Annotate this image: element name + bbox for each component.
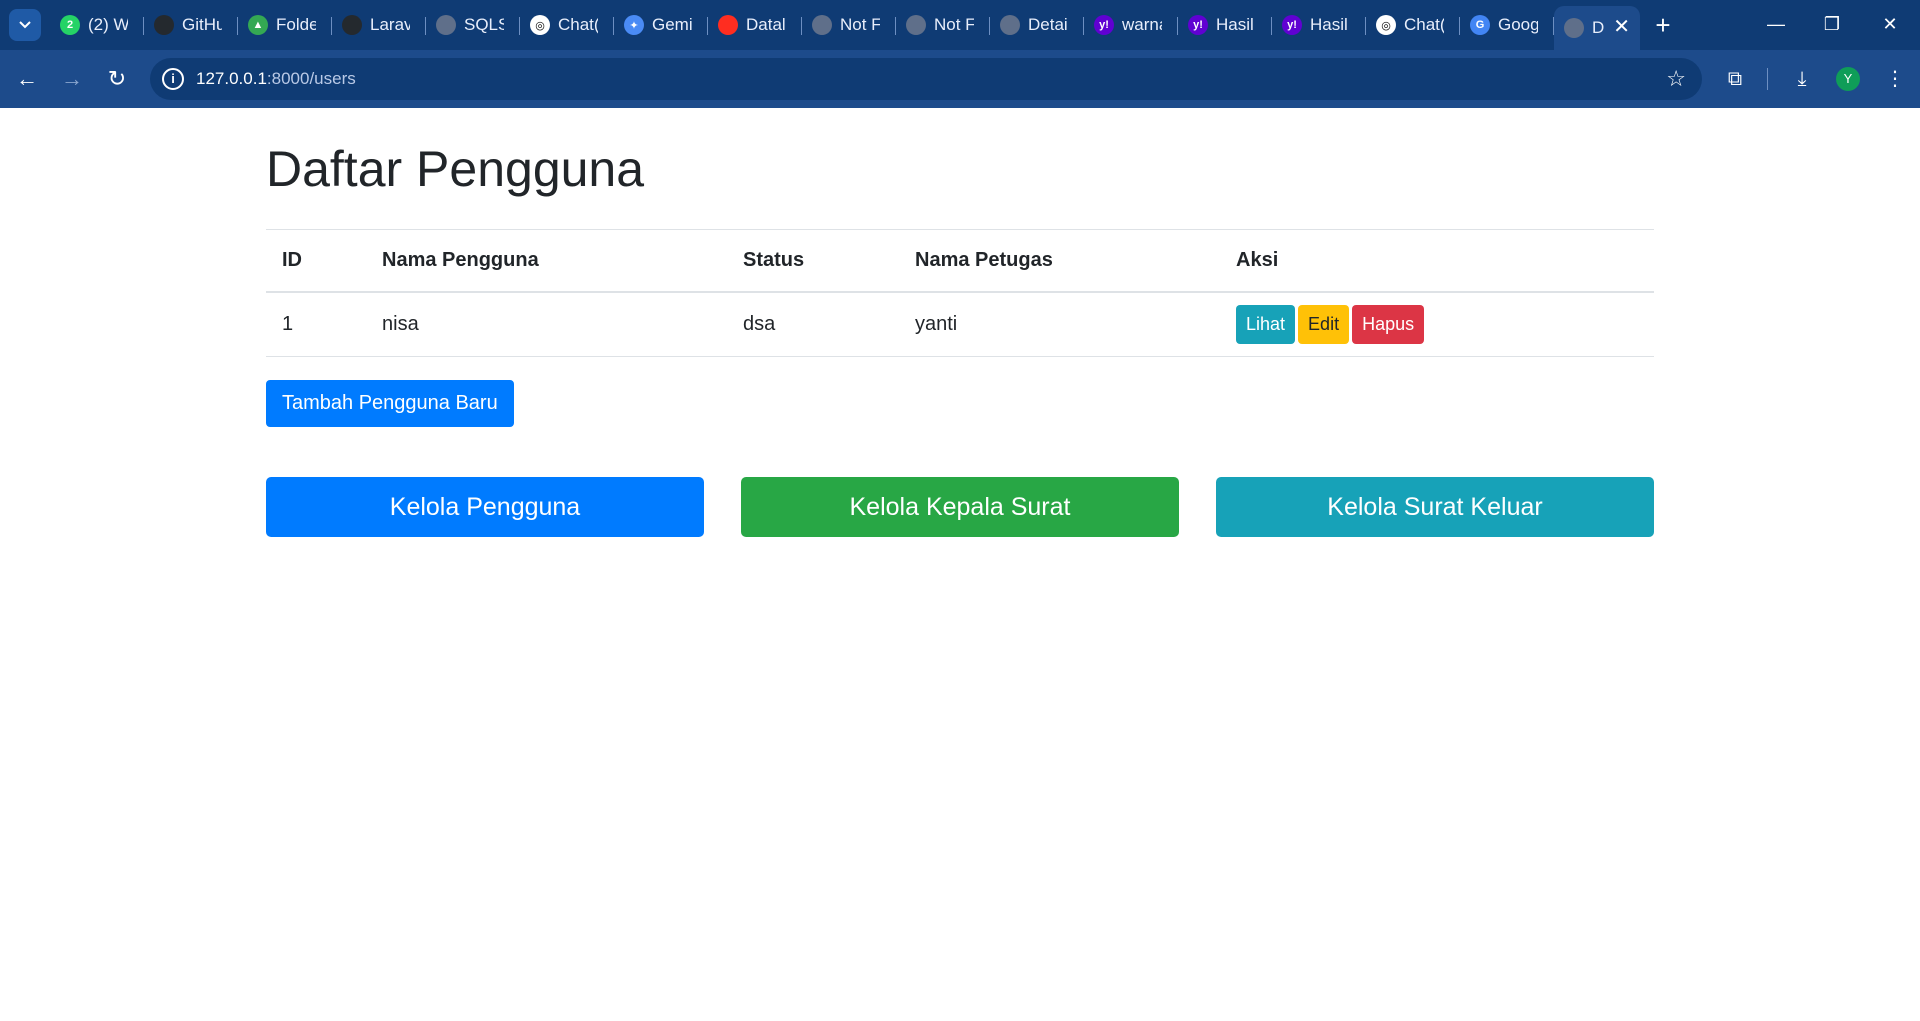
restore-button[interactable]: ❐: [1812, 8, 1852, 40]
cell-nama-pengguna: nisa: [366, 291, 727, 357]
google-drive-icon: ▲: [248, 15, 268, 35]
download-icon[interactable]: ⤓: [1787, 64, 1817, 94]
laravel-icon: [718, 15, 738, 35]
chatgpt-icon: ◎: [1376, 15, 1396, 35]
column-header-status: Status: [727, 229, 899, 293]
menu-kebab-icon[interactable]: ⋮: [1880, 64, 1910, 94]
browser-tab[interactable]: ✦ Gemi: [614, 6, 708, 44]
tab-title: Not F: [934, 15, 974, 34]
github-icon: [342, 15, 362, 35]
chatgpt-icon: ◎: [530, 15, 550, 35]
tab-title: warna: [1122, 15, 1162, 34]
address-bar[interactable]: i 127.0.0.1:8000/users ☆: [150, 58, 1702, 100]
yahoo-icon: y!: [1188, 15, 1208, 35]
close-window-button[interactable]: ✕: [1870, 8, 1910, 40]
browser-tab[interactable]: ▲ Folde: [238, 6, 332, 44]
delete-button[interactable]: Hapus: [1352, 304, 1425, 344]
browser-tab[interactable]: Datal: [708, 6, 802, 44]
browser-toolbar: ← → ↻ i 127.0.0.1:8000/users ☆ ⧉ ⤓: [0, 50, 1920, 108]
browser-tab[interactable]: y! Hasil: [1272, 6, 1366, 44]
tab-strip: 2 (2) W GitHu ▲ Folde Larav SQLS ◎ Chat( ✦ Gemi Dat…: [50, 6, 1640, 50]
tab-title: Folde: [276, 15, 316, 34]
tab-search-button[interactable]: [9, 9, 41, 41]
chevron-down-icon: [19, 21, 31, 29]
browser-tab[interactable]: G Goog: [1460, 6, 1554, 44]
whatsapp-icon: 2: [60, 15, 80, 35]
url-host: 127.0.0.1: [196, 69, 267, 88]
column-header-id: ID: [266, 229, 366, 293]
column-header-aksi: Aksi: [1220, 229, 1654, 293]
site-info-icon[interactable]: i: [162, 68, 184, 90]
manage-users-button[interactable]: Kelola Pengguna: [266, 477, 704, 537]
cell-status: dsa: [727, 291, 899, 357]
manage-surat-keluar-button[interactable]: Kelola Surat Keluar: [1216, 477, 1654, 537]
table-header-row: ID Nama Pengguna Status Nama Petugas Aks…: [266, 229, 1654, 293]
table-row: 1 nisa dsa yanti Lihat Edit Hapus: [266, 291, 1654, 357]
tab-title: Larav: [370, 15, 410, 34]
tab-title: GitHu: [182, 15, 222, 34]
back-button[interactable]: ←: [12, 64, 42, 94]
globe-icon: [812, 15, 832, 35]
globe-icon: [1000, 15, 1020, 35]
reload-button[interactable]: ↻: [102, 64, 132, 94]
browser-tab[interactable]: Detai: [990, 6, 1084, 44]
new-tab-button[interactable]: +: [1648, 10, 1678, 40]
tab-title: Datal: [746, 15, 786, 34]
url-path: :8000/users: [266, 69, 356, 88]
browser-tab[interactable]: y! Hasil: [1178, 6, 1272, 44]
cell-actions: Lihat Edit Hapus: [1220, 291, 1654, 357]
tab-title: SQLS: [464, 15, 504, 34]
toolbar-divider: [1767, 68, 1768, 90]
browser-tab[interactable]: D ✕: [1554, 6, 1640, 50]
page-title: Daftar Pengguna: [266, 141, 645, 197]
page-content: Daftar Pengguna ID Nama Pengguna Status …: [0, 108, 1920, 1021]
yahoo-icon: y!: [1094, 15, 1114, 35]
tab-title: Gemi: [652, 15, 692, 34]
browser-tab[interactable]: Larav: [332, 6, 426, 44]
minimize-button[interactable]: —: [1756, 8, 1796, 40]
browser-tab[interactable]: Not F: [802, 6, 896, 44]
browser-tab[interactable]: ◎ Chat(: [520, 6, 614, 44]
manage-kepala-surat-button[interactable]: Kelola Kepala Surat: [741, 477, 1179, 537]
tab-title: Hasil: [1310, 15, 1348, 34]
globe-icon: [436, 15, 456, 35]
profile-avatar[interactable]: Y: [1836, 67, 1860, 91]
browser-tab[interactable]: GitHu: [144, 6, 238, 44]
add-user-button[interactable]: Tambah Pengguna Baru: [266, 380, 514, 427]
forward-button[interactable]: →: [57, 64, 87, 94]
yahoo-icon: y!: [1282, 15, 1302, 35]
tab-title: Detai: [1028, 15, 1068, 34]
tab-title: Hasil: [1216, 15, 1254, 34]
tab-title: Not F: [840, 15, 880, 34]
close-tab-icon[interactable]: ✕: [1613, 17, 1630, 37]
gemini-icon: ✦: [624, 15, 644, 35]
cell-nama-petugas: yanti: [899, 291, 1220, 357]
browser-tab[interactable]: ◎ Chat(: [1366, 6, 1460, 44]
column-header-nama-petugas: Nama Petugas: [899, 229, 1220, 293]
bookmark-star-icon[interactable]: ☆: [1666, 66, 1686, 92]
tab-title: Chat(: [1404, 15, 1444, 34]
browser-tab[interactable]: SQLS: [426, 6, 520, 44]
browser-tab[interactable]: Not F: [896, 6, 990, 44]
tab-title: Chat(: [558, 15, 598, 34]
google-translate-icon: G: [1470, 15, 1490, 35]
edit-button[interactable]: Edit: [1298, 304, 1350, 344]
view-button[interactable]: Lihat: [1236, 304, 1296, 344]
globe-icon: [1564, 18, 1584, 38]
globe-icon: [906, 15, 926, 35]
github-icon: [154, 15, 174, 35]
users-table: ID Nama Pengguna Status Nama Petugas Aks…: [266, 229, 1654, 357]
browser-tab[interactable]: y! warna: [1084, 6, 1178, 44]
extensions-icon[interactable]: ⧉: [1720, 64, 1750, 94]
column-header-nama-pengguna: Nama Pengguna: [366, 229, 727, 293]
browser-tab-bar: 2 (2) W GitHu ▲ Folde Larav SQLS ◎ Chat( ✦ Gemi Dat…: [0, 0, 1920, 50]
url-text[interactable]: 127.0.0.1:8000/users: [196, 69, 356, 89]
cell-id: 1: [266, 291, 366, 357]
tab-title: Goog: [1498, 15, 1538, 34]
browser-tab[interactable]: 2 (2) W: [50, 6, 144, 44]
tab-title: (2) W: [88, 15, 128, 34]
